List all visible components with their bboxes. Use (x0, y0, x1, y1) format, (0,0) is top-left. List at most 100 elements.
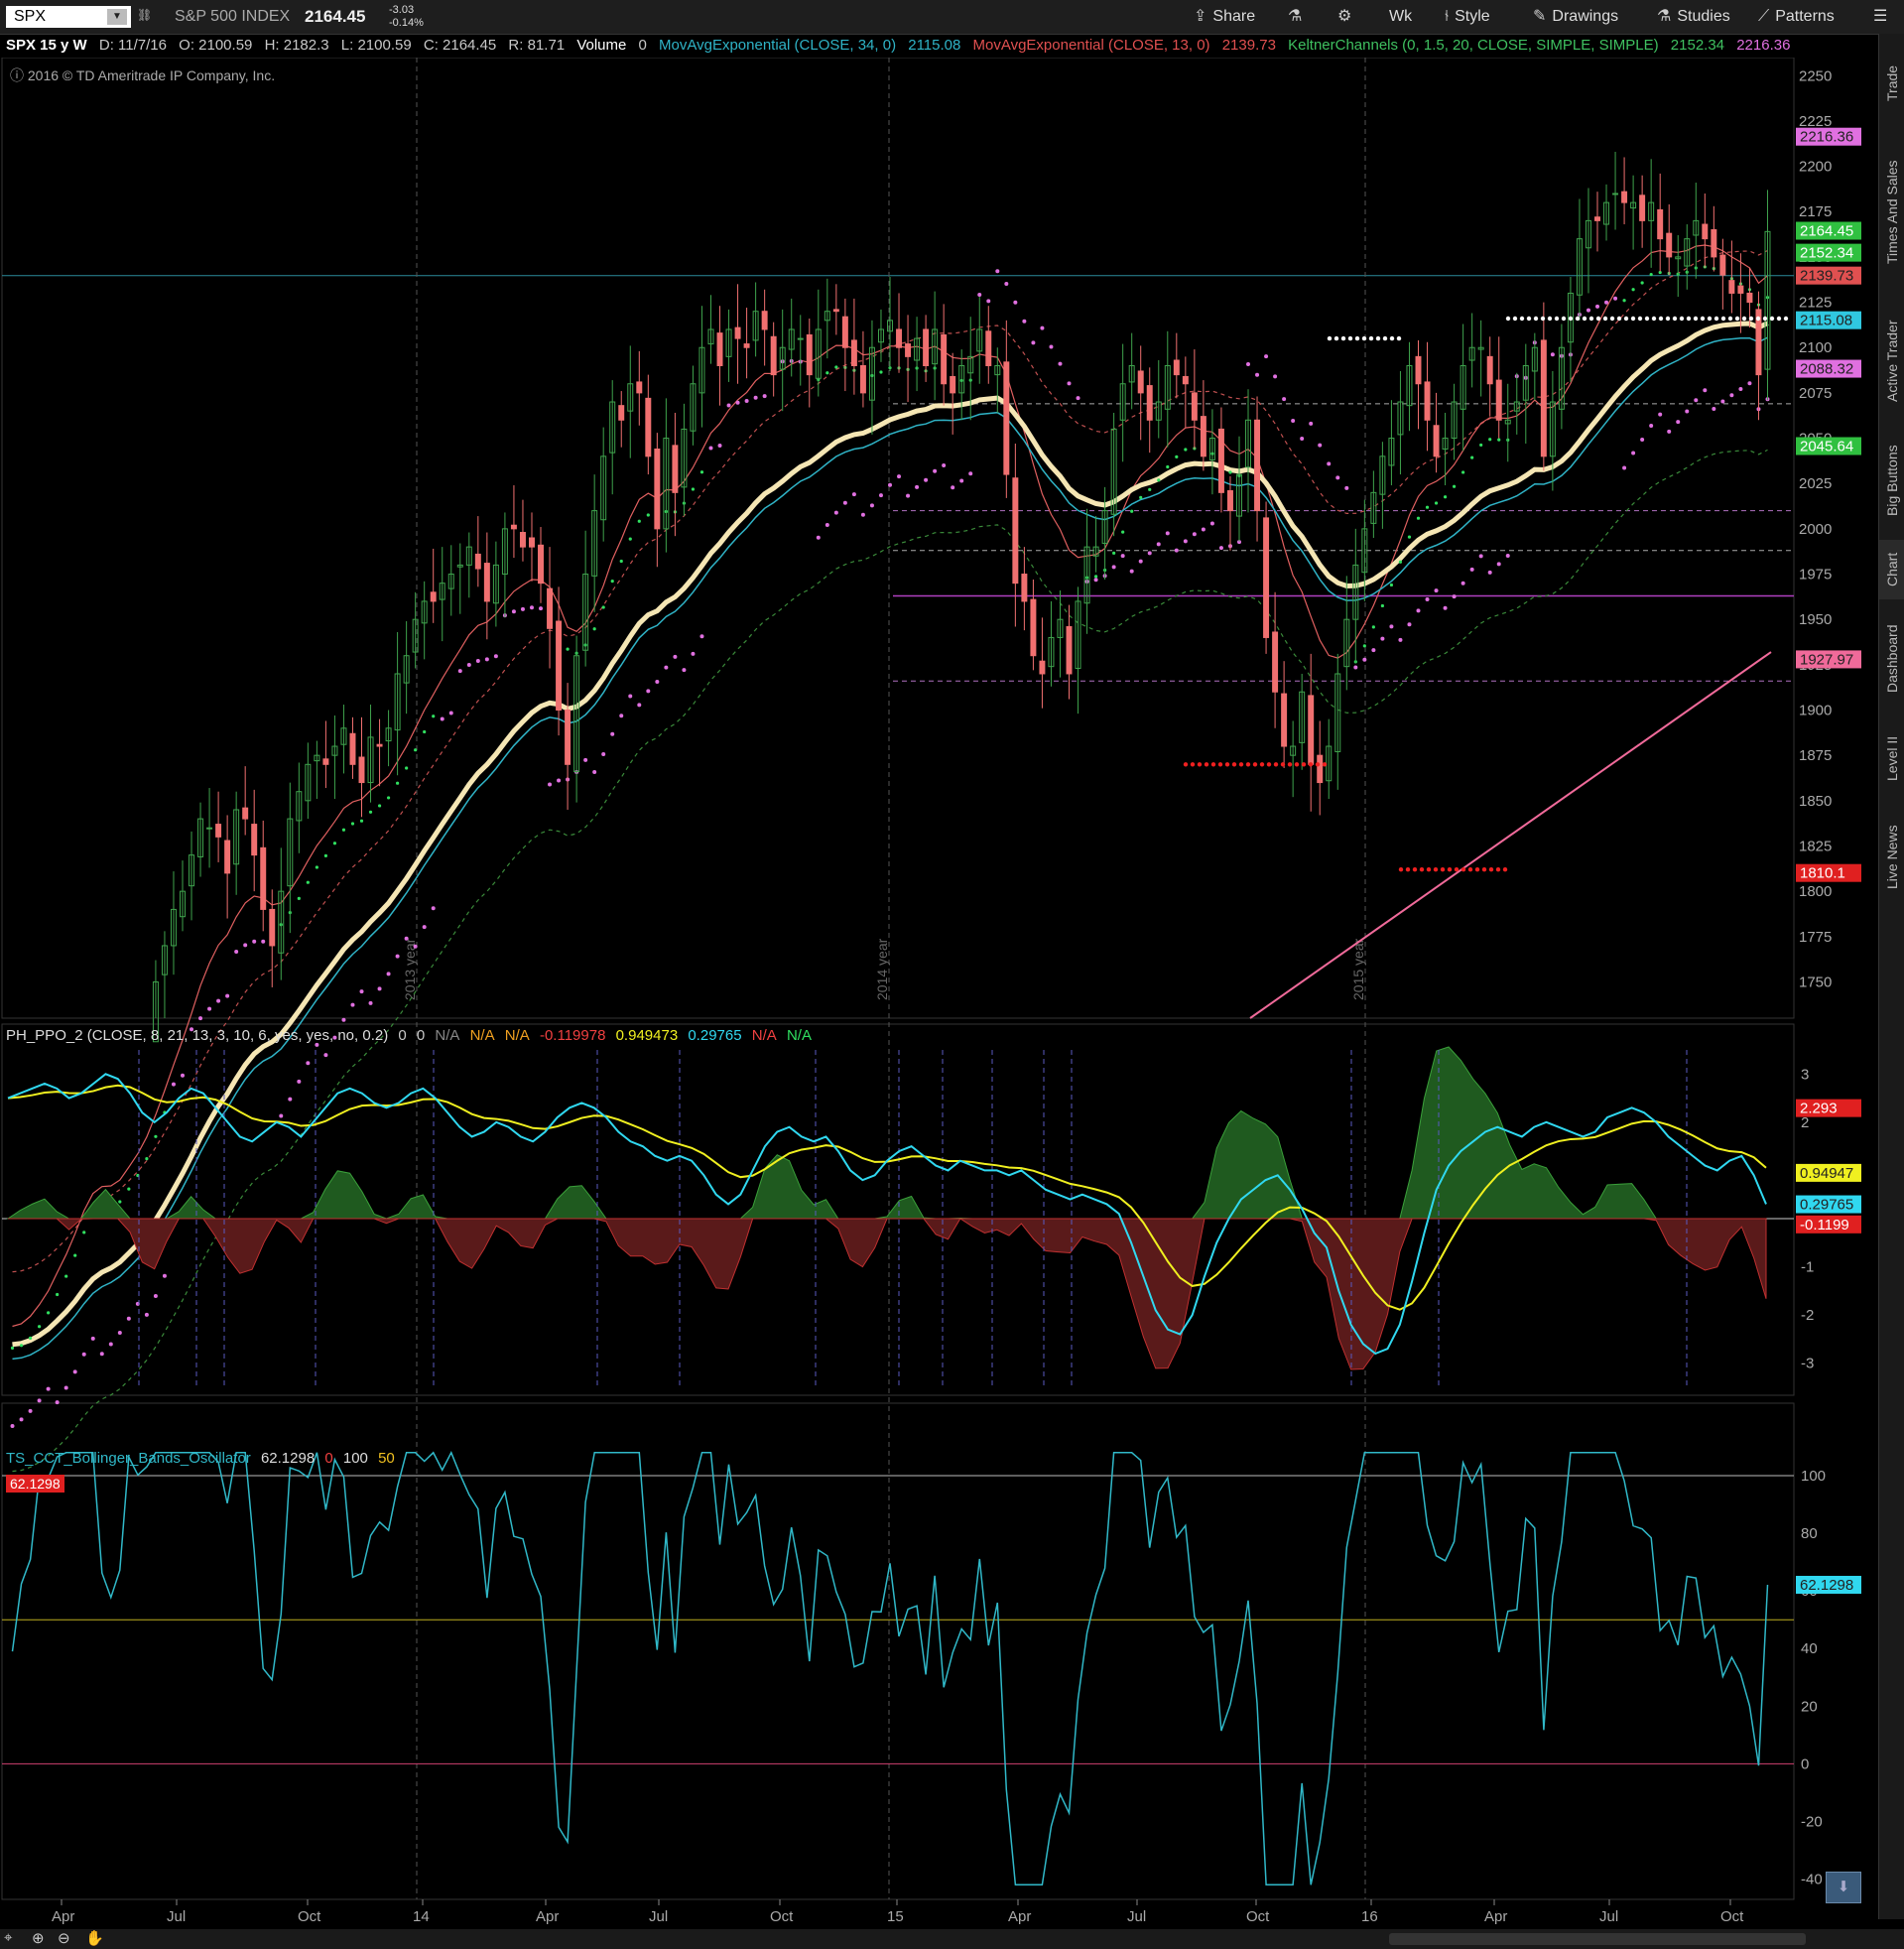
bbo-pane-border (1, 1402, 1795, 1900)
rail-tab-level-ii[interactable]: Level II (1879, 718, 1904, 798)
support-dots-1 (1322, 762, 1328, 767)
bbo-axis-tick: 20 (1801, 1698, 1818, 1715)
price-axis-tick: 1850 (1799, 793, 1832, 810)
psar-dot (198, 1016, 203, 1021)
resistance-dots-2 (1651, 316, 1657, 322)
psar-dot (1209, 521, 1214, 526)
psar-dot (297, 1079, 302, 1084)
psar-green-dot (341, 828, 346, 832)
ppo-study-label[interactable]: PH_PPO_2 (CLOSE, 8, 21, 13, 3, 10, 6, ye… (6, 1024, 818, 1048)
settings-button[interactable]: ⚙ (1337, 0, 1357, 34)
support-dots-1 (1197, 762, 1203, 767)
rail-tab-times-and-sales[interactable]: Times And Sales (1879, 133, 1904, 292)
candle-body (547, 587, 554, 629)
psar-dot (243, 943, 248, 948)
bbo-pane[interactable] (2, 1451, 1794, 1886)
flask-button[interactable]: ⚗ (1288, 0, 1308, 34)
psar-green-dot (1434, 501, 1439, 505)
price-axis-tick: 2200 (1799, 159, 1832, 176)
candle-body (1021, 574, 1028, 602)
resistance-dots-2 (1561, 316, 1567, 322)
candle-body (841, 316, 848, 348)
price-axis-tick: 2025 (1799, 475, 1832, 492)
psar-dot (1747, 381, 1752, 386)
rail-tab-live-news[interactable]: Live News (1879, 808, 1904, 907)
share-button[interactable]: ⇪ Share (1194, 0, 1255, 34)
candle-body (376, 743, 383, 747)
rail-tab-big-buttons[interactable]: Big Buttons (1879, 431, 1904, 530)
psar-dot (1434, 588, 1439, 593)
ppo-pane[interactable] (2, 1046, 1794, 1387)
psar-dot (1264, 354, 1269, 359)
rail-tab-dashboard[interactable]: Dashboard (1879, 609, 1904, 709)
psar-dot (448, 711, 453, 715)
axis-layer: 1750177518001825185018751900192519501975… (52, 67, 1861, 1925)
psar-green-dot (1631, 288, 1635, 292)
rail-tab-chart[interactable]: Chart (1879, 540, 1904, 599)
psar-dot (1416, 608, 1421, 613)
psar-dot (1460, 581, 1465, 585)
zoom-out-icon[interactable]: ⊖ (58, 1929, 70, 1947)
psar-dot (162, 1273, 167, 1278)
horizontal-scrollbar[interactable] (1389, 1933, 1806, 1945)
x-axis-tick: Oct (770, 1908, 794, 1925)
psar-green-dot (396, 781, 400, 785)
price-label-text: 2088.32 (1800, 361, 1853, 378)
resistance-dots-2 (1727, 316, 1733, 322)
psar-dot (1595, 304, 1600, 309)
resistance-dots-1 (1354, 335, 1360, 341)
candle-body (1308, 695, 1315, 765)
psar-dot (350, 1002, 355, 1007)
psar-green-dot (82, 1231, 86, 1234)
psar-green-dot (1470, 455, 1474, 459)
crosshair-icon[interactable]: ⌖ (4, 1929, 12, 1946)
studies-icon: ⚗ (1657, 8, 1672, 25)
resistance-dots-2 (1588, 316, 1594, 322)
keltner-value-2: 2216.36 (1736, 37, 1791, 54)
psar-dot (1452, 594, 1457, 599)
symbol-dropdown-icon[interactable]: ▼ (107, 9, 127, 25)
scroll-down-button[interactable]: ⬇ (1826, 1872, 1861, 1903)
psar-dot (1076, 396, 1080, 401)
psar-green-dot (1649, 272, 1653, 277)
studies-button[interactable]: ⚗ Studies (1657, 0, 1730, 34)
resistance-dots-2 (1748, 316, 1754, 322)
timeframe-button[interactable]: Wk (1389, 0, 1412, 34)
patterns-button[interactable]: ⟋ Patterns (1758, 0, 1835, 34)
rail-tab-trade[interactable]: Trade (1879, 44, 1904, 123)
psar-green-dot (601, 605, 605, 609)
psar-dot (288, 1097, 293, 1102)
candle-body (1594, 216, 1600, 221)
pan-hand-icon[interactable]: ✋ (85, 1929, 104, 1947)
style-button[interactable]: ⫮ Style (1445, 0, 1490, 34)
support-dots-1 (1280, 762, 1286, 767)
psar-dot (1738, 386, 1743, 391)
psar-green-dot (37, 1325, 42, 1329)
chart-canvas[interactable]: 2013 year 2014 year 2015 year 175017751800… (0, 58, 1878, 1929)
psar-green-dot (1640, 281, 1644, 285)
resistance-dots-2 (1762, 316, 1768, 322)
menu-icon[interactable]: ☰ (1873, 0, 1887, 34)
rail-tab-active-trader[interactable]: Active Trader (1879, 302, 1904, 421)
psar-dot (601, 752, 606, 757)
candle-body (1746, 292, 1753, 304)
ma200-line (1249, 651, 1772, 1019)
zoom-in-icon[interactable]: ⊕ (32, 1929, 45, 1947)
psar-dot (583, 757, 588, 762)
candle-body (1317, 754, 1324, 784)
link-icon[interactable]: ⛓ (137, 8, 152, 22)
ppo-v6: 0.949473 (615, 1027, 679, 1044)
psar-dot (323, 1053, 328, 1058)
candle-body (519, 532, 526, 548)
bbo-study-label[interactable]: TS_CCT_Bollinger_Bands_Oscillator 62.129… (6, 1447, 401, 1471)
resistance-dots-2 (1700, 316, 1706, 322)
price-label-text: 2115.08 (1800, 313, 1852, 329)
psar-green-dot (10, 1346, 15, 1351)
psar-dot (440, 716, 444, 721)
support-dots-1 (1308, 762, 1314, 767)
support-dots-2 (1495, 867, 1501, 872)
drawings-button[interactable]: ✎ Drawings (1533, 0, 1618, 34)
resistance-dots-2 (1526, 316, 1532, 322)
psar-green-dot (610, 579, 614, 584)
candle-body (832, 309, 839, 313)
